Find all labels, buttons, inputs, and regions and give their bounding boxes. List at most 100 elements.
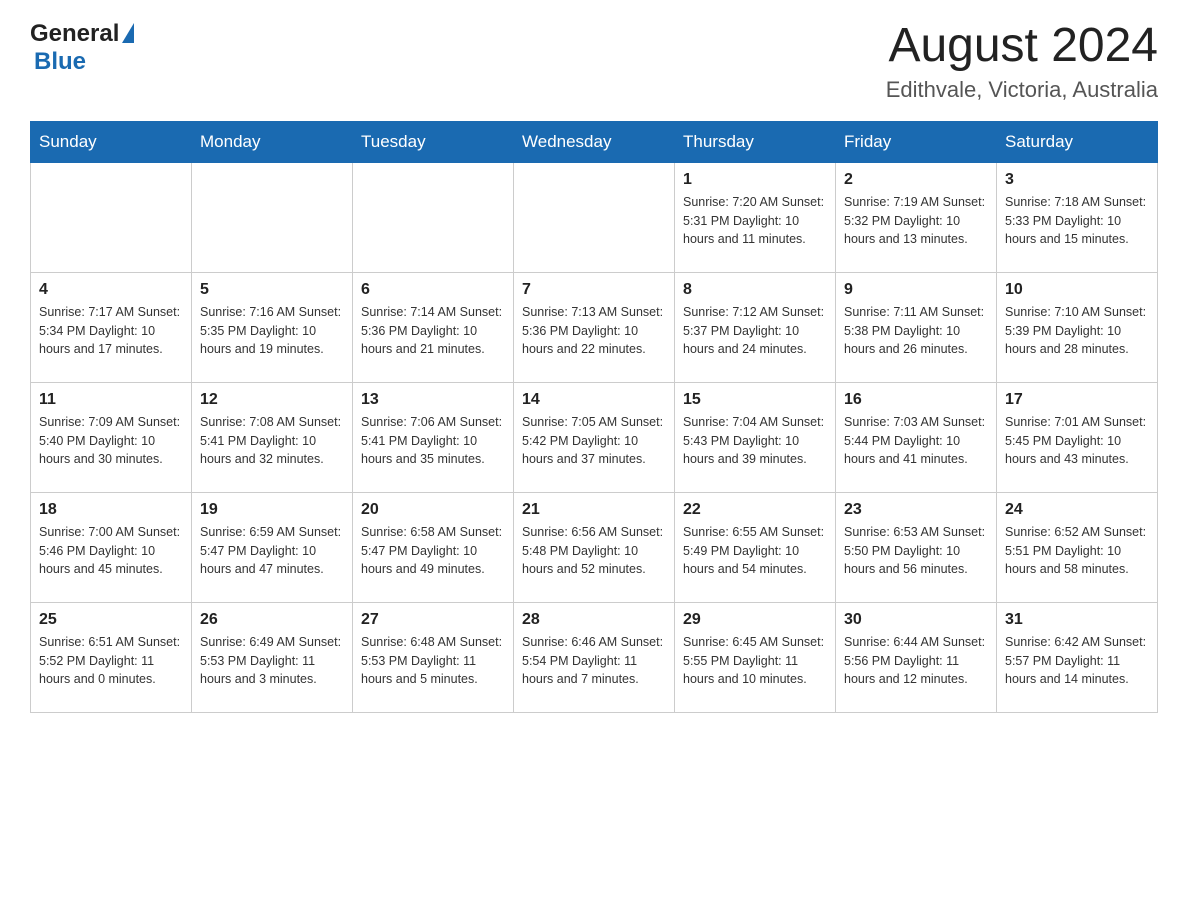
day-info: Sunrise: 6:44 AM Sunset: 5:56 PM Dayligh…	[844, 633, 988, 689]
col-monday: Monday	[192, 121, 353, 162]
day-info: Sunrise: 7:01 AM Sunset: 5:45 PM Dayligh…	[1005, 413, 1149, 469]
day-number: 5	[200, 281, 344, 299]
table-row: 20 Sunrise: 6:58 AM Sunset: 5:47 PM Dayli…	[353, 492, 514, 602]
calendar-week-row: 4 Sunrise: 7:17 AM Sunset: 5:34 PM Daylig…	[31, 272, 1158, 382]
day-info: Sunrise: 7:13 AM Sunset: 5:36 PM Dayligh…	[522, 303, 666, 359]
day-number: 22	[683, 501, 827, 519]
table-row: 19Sunrise: 6:59 AM Sunset: 5:47 PM Dayli…	[192, 492, 353, 602]
table-row: 16 Sunrise: 7:03 AM Sunset: 5:44 PM Dayli…	[836, 382, 997, 492]
logo: General Blue	[30, 20, 134, 76]
day-info: Sunrise: 7:04 AM Sunset: 5:43 PM Dayligh…	[683, 413, 827, 469]
day-number: 26	[200, 611, 344, 629]
table-row: 27 Sunrise: 6:48 AM Sunset: 5:53 PM Dayli…	[353, 602, 514, 712]
table-row	[514, 162, 675, 272]
day-number: 17	[1005, 391, 1149, 409]
day-info: Sunrise: 7:00 AM Sunset: 5:46 PM Dayligh…	[39, 523, 183, 579]
day-number: 18	[39, 501, 183, 519]
day-info: Sunrise: 7:08 AM Sunset: 5:41 PM Dayligh…	[200, 413, 344, 469]
day-info: Sunrise: 6:56 AM Sunset: 5:48 PM Dayligh…	[522, 523, 666, 579]
day-number: 6	[361, 281, 505, 299]
day-info: Sunrise: 7:18 AM Sunset: 5:33 PM Dayligh…	[1005, 193, 1149, 249]
day-info: Sunrise: 7:12 AM Sunset: 5:37 PM Dayligh…	[683, 303, 827, 359]
day-number: 31	[1005, 611, 1149, 629]
col-friday: Friday	[836, 121, 997, 162]
day-number: 29	[683, 611, 827, 629]
logo-text-general: General	[30, 20, 119, 48]
table-row: 29Sunrise: 6:45 AM Sunset: 5:55 PM Dayli…	[675, 602, 836, 712]
day-number: 27	[361, 611, 505, 629]
table-row: 12Sunrise: 7:08 AM Sunset: 5:41 PM Dayli…	[192, 382, 353, 492]
table-row	[192, 162, 353, 272]
table-row: 1Sunrise: 7:20 AM Sunset: 5:31 PM Daylig…	[675, 162, 836, 272]
day-number: 19	[200, 501, 344, 519]
table-row: 31 Sunrise: 6:42 AM Sunset: 5:57 PM Dayli…	[997, 602, 1158, 712]
day-info: Sunrise: 7:16 AM Sunset: 5:35 PM Dayligh…	[200, 303, 344, 359]
calendar-subtitle: Edithvale, Victoria, Australia	[886, 77, 1158, 103]
day-number: 13	[361, 391, 505, 409]
table-row: 23Sunrise: 6:53 AM Sunset: 5:50 PM Dayli…	[836, 492, 997, 602]
table-row: 30 Sunrise: 6:44 AM Sunset: 5:56 PM Dayli…	[836, 602, 997, 712]
table-row: 17 Sunrise: 7:01 AM Sunset: 5:45 PM Dayli…	[997, 382, 1158, 492]
day-number: 14	[522, 391, 666, 409]
calendar-week-row: 11 Sunrise: 7:09 AM Sunset: 5:40 PM Dayli…	[31, 382, 1158, 492]
col-wednesday: Wednesday	[514, 121, 675, 162]
day-info: Sunrise: 7:05 AM Sunset: 5:42 PM Dayligh…	[522, 413, 666, 469]
day-number: 8	[683, 281, 827, 299]
calendar-week-row: 25 Sunrise: 6:51 AM Sunset: 5:52 PM Dayli…	[31, 602, 1158, 712]
table-row: 21Sunrise: 6:56 AM Sunset: 5:48 PM Dayli…	[514, 492, 675, 602]
day-number: 1	[683, 171, 827, 189]
day-info: Sunrise: 6:52 AM Sunset: 5:51 PM Dayligh…	[1005, 523, 1149, 579]
day-info: Sunrise: 6:42 AM Sunset: 5:57 PM Dayligh…	[1005, 633, 1149, 689]
day-number: 11	[39, 391, 183, 409]
day-number: 30	[844, 611, 988, 629]
col-tuesday: Tuesday	[353, 121, 514, 162]
day-number: 4	[39, 281, 183, 299]
day-info: Sunrise: 7:17 AM Sunset: 5:34 PM Dayligh…	[39, 303, 183, 359]
table-row: 15 Sunrise: 7:04 AM Sunset: 5:43 PM Dayli…	[675, 382, 836, 492]
day-info: Sunrise: 7:09 AM Sunset: 5:40 PM Dayligh…	[39, 413, 183, 469]
table-row: 3 Sunrise: 7:18 AM Sunset: 5:33 PM Daylig…	[997, 162, 1158, 272]
calendar-table: Sunday Monday Tuesday Wednesday Thursday…	[30, 121, 1158, 713]
day-number: 24	[1005, 501, 1149, 519]
logo-text-blue: Blue	[34, 48, 86, 76]
title-block: August 2024 Edithvale, Victoria, Austral…	[886, 20, 1158, 103]
day-info: Sunrise: 6:48 AM Sunset: 5:53 PM Dayligh…	[361, 633, 505, 689]
table-row: 11 Sunrise: 7:09 AM Sunset: 5:40 PM Dayli…	[31, 382, 192, 492]
day-info: Sunrise: 7:11 AM Sunset: 5:38 PM Dayligh…	[844, 303, 988, 359]
day-info: Sunrise: 6:51 AM Sunset: 5:52 PM Dayligh…	[39, 633, 183, 689]
table-row	[31, 162, 192, 272]
day-number: 2	[844, 171, 988, 189]
table-row: 18 Sunrise: 7:00 AM Sunset: 5:46 PM Dayli…	[31, 492, 192, 602]
table-row: 10 Sunrise: 7:10 AM Sunset: 5:39 PM Dayli…	[997, 272, 1158, 382]
day-info: Sunrise: 7:10 AM Sunset: 5:39 PM Dayligh…	[1005, 303, 1149, 359]
day-info: Sunrise: 7:03 AM Sunset: 5:44 PM Dayligh…	[844, 413, 988, 469]
day-number: 7	[522, 281, 666, 299]
table-row: 2 Sunrise: 7:19 AM Sunset: 5:32 PM Daylig…	[836, 162, 997, 272]
table-row: 26 Sunrise: 6:49 AM Sunset: 5:53 PM Dayli…	[192, 602, 353, 712]
day-number: 10	[1005, 281, 1149, 299]
day-number: 3	[1005, 171, 1149, 189]
table-row: 4 Sunrise: 7:17 AM Sunset: 5:34 PM Daylig…	[31, 272, 192, 382]
table-row: 24 Sunrise: 6:52 AM Sunset: 5:51 PM Dayli…	[997, 492, 1158, 602]
table-row: 7 Sunrise: 7:13 AM Sunset: 5:36 PM Daylig…	[514, 272, 675, 382]
table-row: 25 Sunrise: 6:51 AM Sunset: 5:52 PM Dayli…	[31, 602, 192, 712]
table-row	[353, 162, 514, 272]
day-info: Sunrise: 6:46 AM Sunset: 5:54 PM Dayligh…	[522, 633, 666, 689]
day-info: Sunrise: 6:58 AM Sunset: 5:47 PM Dayligh…	[361, 523, 505, 579]
day-number: 20	[361, 501, 505, 519]
table-row: 5 Sunrise: 7:16 AM Sunset: 5:35 PM Daylig…	[192, 272, 353, 382]
day-number: 28	[522, 611, 666, 629]
page-header: General Blue August 2024 Edithvale, Vict…	[30, 20, 1158, 103]
day-info: Sunrise: 6:49 AM Sunset: 5:53 PM Dayligh…	[200, 633, 344, 689]
day-info: Sunrise: 7:14 AM Sunset: 5:36 PM Dayligh…	[361, 303, 505, 359]
calendar-title: August 2024	[886, 20, 1158, 73]
day-number: 15	[683, 391, 827, 409]
table-row: 8 Sunrise: 7:12 AM Sunset: 5:37 PM Daylig…	[675, 272, 836, 382]
table-row: 14 Sunrise: 7:05 AM Sunset: 5:42 PM Dayli…	[514, 382, 675, 492]
day-info: Sunrise: 6:55 AM Sunset: 5:49 PM Dayligh…	[683, 523, 827, 579]
day-number: 16	[844, 391, 988, 409]
day-number: 25	[39, 611, 183, 629]
calendar-week-row: 1Sunrise: 7:20 AM Sunset: 5:31 PM Daylig…	[31, 162, 1158, 272]
day-info: Sunrise: 7:19 AM Sunset: 5:32 PM Dayligh…	[844, 193, 988, 249]
col-sunday: Sunday	[31, 121, 192, 162]
